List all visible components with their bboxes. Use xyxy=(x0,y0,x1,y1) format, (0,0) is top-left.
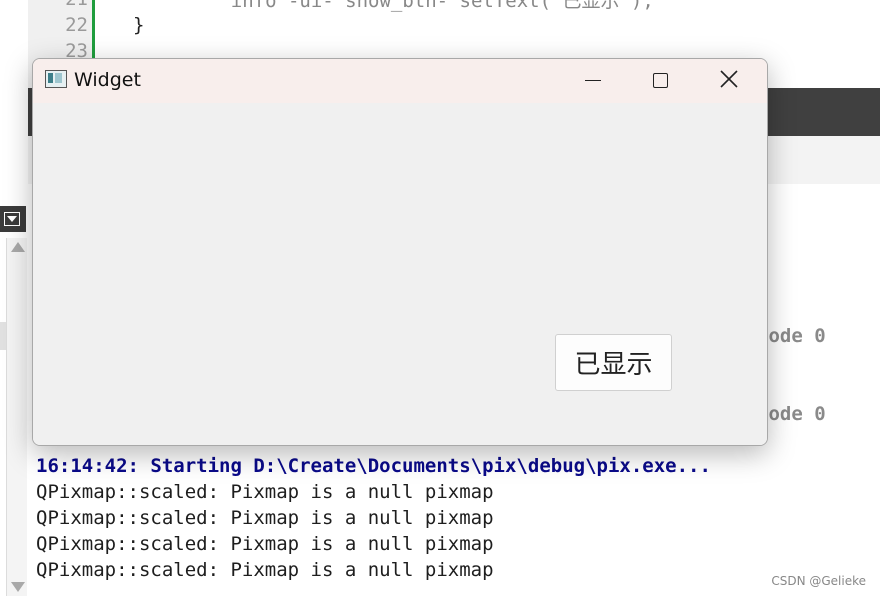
window-client-area: 已显示 xyxy=(33,103,767,445)
scroll-up-arrow-icon[interactable] xyxy=(11,242,25,252)
code-line-21: info -ui- show_btn- setText("已显示"); xyxy=(185,0,654,12)
output-line: QPixmap::scaled: Pixmap is a null pixmap xyxy=(36,533,494,555)
show-button[interactable]: 已显示 xyxy=(555,334,672,391)
minimize-button[interactable] xyxy=(559,59,627,103)
maximize-button[interactable] xyxy=(627,59,695,103)
app-window-icon xyxy=(45,70,67,88)
vertical-scrollbar[interactable] xyxy=(6,238,27,596)
code-line-22: } xyxy=(133,14,145,36)
window-titlebar[interactable]: Widget xyxy=(33,59,767,103)
output-line: QPixmap::scaled: Pixmap is a null pixmap xyxy=(36,507,494,529)
line-number: 21 xyxy=(28,0,88,10)
watermark: CSDN @Gelieke xyxy=(771,574,866,588)
line-number: 22 xyxy=(65,14,88,36)
maximize-icon xyxy=(653,73,668,88)
window-title: Widget xyxy=(74,69,141,91)
close-button[interactable] xyxy=(695,59,763,103)
pane-menu-button[interactable] xyxy=(0,206,26,232)
close-icon xyxy=(720,70,738,88)
scroll-down-arrow-icon[interactable] xyxy=(11,582,25,592)
output-line: QPixmap::scaled: Pixmap is a null pixmap xyxy=(36,559,494,581)
widget-window: Widget 已显示 xyxy=(32,58,768,446)
output-line: QPixmap::scaled: Pixmap is a null pixmap xyxy=(36,481,494,503)
output-start-line: 16:14:42: Starting D:\Create\Documents\p… xyxy=(36,455,711,477)
minimize-icon xyxy=(585,80,601,81)
